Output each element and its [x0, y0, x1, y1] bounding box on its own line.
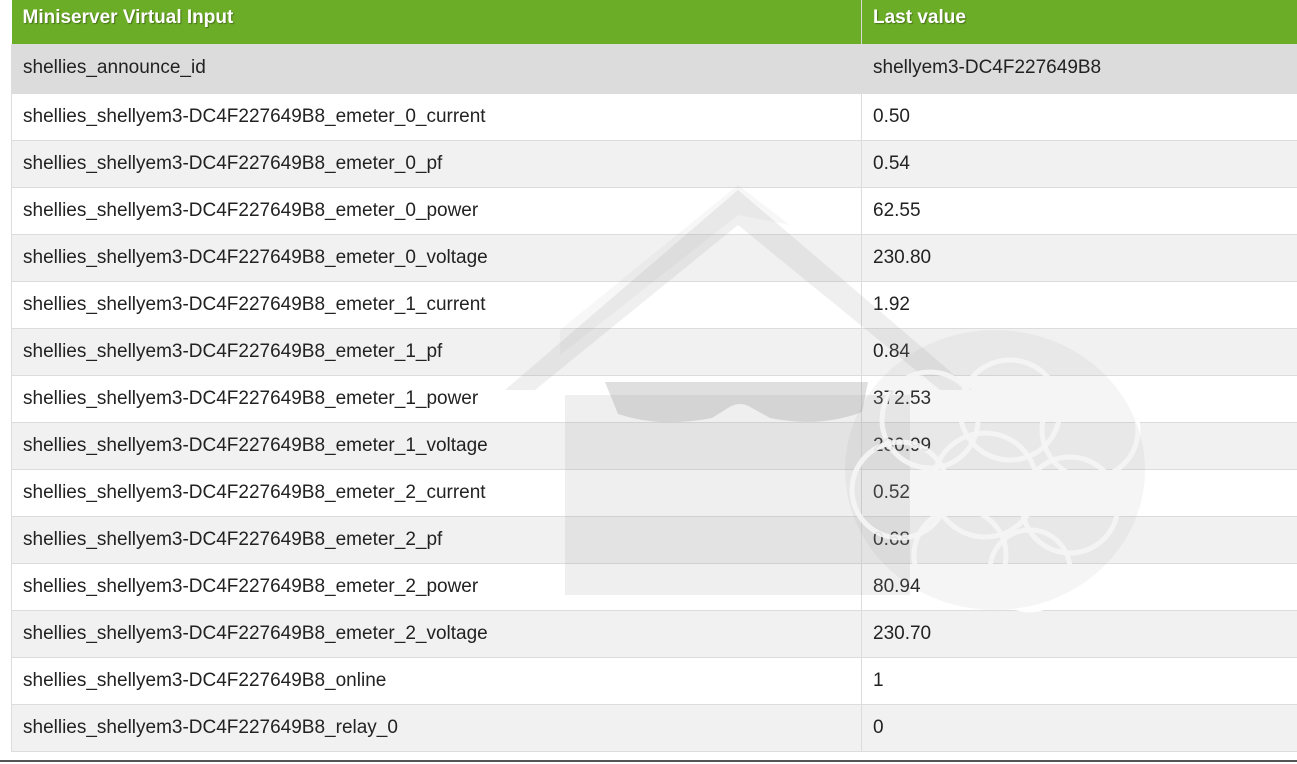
last-value-cell: 0.50: [861, 93, 1297, 141]
column-header-input[interactable]: Miniserver Virtual Input: [11, 0, 862, 44]
last-value-cell: shellyem3-DC4F227649B8: [861, 44, 1297, 94]
last-value-cell: 230.80: [861, 234, 1297, 282]
table-row[interactable]: shellies_shellyem3-DC4F227649B8_emeter_1…: [11, 375, 1297, 423]
table-row[interactable]: shellies_shellyem3-DC4F227649B8_emeter_0…: [11, 187, 1297, 235]
table-row[interactable]: shellies_shellyem3-DC4F227649B8_emeter_0…: [11, 140, 1297, 188]
input-name-cell: shellies_shellyem3-DC4F227649B8_emeter_0…: [11, 234, 862, 282]
table-body: shellies_announce_id shellyem3-DC4F227649…: [11, 44, 1297, 752]
table-row[interactable]: shellies_shellyem3-DC4F227649B8_emeter_2…: [11, 563, 1297, 611]
input-name-cell: shellies_shellyem3-DC4F227649B8_emeter_2…: [11, 469, 862, 517]
table-row[interactable]: shellies_shellyem3-DC4F227649B8_emeter_1…: [11, 422, 1297, 470]
input-name-cell: shellies_shellyem3-DC4F227649B8_emeter_0…: [11, 140, 862, 188]
table-header-row: Miniserver Virtual Input Last value: [11, 0, 1297, 44]
table-row[interactable]: shellies_shellyem3-DC4F227649B8_emeter_0…: [11, 93, 1297, 141]
last-value-cell: 230.70: [861, 610, 1297, 658]
input-name-cell: shellies_shellyem3-DC4F227649B8_emeter_2…: [11, 516, 862, 564]
last-value-cell: 0.52: [861, 469, 1297, 517]
last-value-cell: 62.55: [861, 187, 1297, 235]
input-name-cell: shellies_shellyem3-DC4F227649B8_emeter_2…: [11, 610, 862, 658]
table-row[interactable]: shellies_shellyem3-DC4F227649B8_emeter_2…: [11, 610, 1297, 658]
table-row[interactable]: shellies_shellyem3-DC4F227649B8_emeter_1…: [11, 328, 1297, 376]
last-value-cell: 0.54: [861, 140, 1297, 188]
table-row[interactable]: shellies_shellyem3-DC4F227649B8_emeter_1…: [11, 281, 1297, 329]
input-name-cell: shellies_shellyem3-DC4F227649B8_relay_0: [11, 704, 862, 752]
input-name-cell: shellies_shellyem3-DC4F227649B8_emeter_1…: [11, 375, 862, 423]
input-name-cell: shellies_shellyem3-DC4F227649B8_emeter_2…: [11, 563, 862, 611]
last-value-cell: 0: [861, 704, 1297, 752]
input-name-cell: shellies_shellyem3-DC4F227649B8_online: [11, 657, 862, 705]
last-value-cell: 1: [861, 657, 1297, 705]
last-value-cell: 230.99: [861, 422, 1297, 470]
last-value-cell: 80.94: [861, 563, 1297, 611]
last-value-cell: 372.53: [861, 375, 1297, 423]
last-value-cell: 0.68: [861, 516, 1297, 564]
table-row[interactable]: shellies_announce_id shellyem3-DC4F227649…: [11, 44, 1297, 94]
table-row[interactable]: shellies_shellyem3-DC4F227649B8_emeter_2…: [11, 516, 1297, 564]
bottom-divider: [0, 760, 1297, 762]
input-name-cell: shellies_shellyem3-DC4F227649B8_emeter_0…: [11, 93, 862, 141]
page: Miniserver Virtual Input Last value shel…: [0, 0, 1297, 764]
last-value-cell: 0.84: [861, 328, 1297, 376]
virtual-input-table: Miniserver Virtual Input Last value shel…: [11, 0, 1297, 752]
table-row[interactable]: shellies_shellyem3-DC4F227649B8_emeter_0…: [11, 234, 1297, 282]
table-header: Miniserver Virtual Input Last value: [11, 0, 1297, 44]
table-row[interactable]: shellies_shellyem3-DC4F227649B8_relay_0 0: [11, 704, 1297, 752]
input-name-cell: shellies_shellyem3-DC4F227649B8_emeter_1…: [11, 281, 862, 329]
table-row[interactable]: shellies_shellyem3-DC4F227649B8_emeter_2…: [11, 469, 1297, 517]
input-name-cell: shellies_shellyem3-DC4F227649B8_emeter_1…: [11, 422, 862, 470]
last-value-cell: 1.92: [861, 281, 1297, 329]
input-name-cell: shellies_shellyem3-DC4F227649B8_emeter_1…: [11, 328, 862, 376]
input-name-cell: shellies_shellyem3-DC4F227649B8_emeter_0…: [11, 187, 862, 235]
column-header-last-value[interactable]: Last value: [861, 0, 1297, 44]
input-name-cell: shellies_announce_id: [11, 44, 862, 94]
table-row[interactable]: shellies_shellyem3-DC4F227649B8_online 1: [11, 657, 1297, 705]
